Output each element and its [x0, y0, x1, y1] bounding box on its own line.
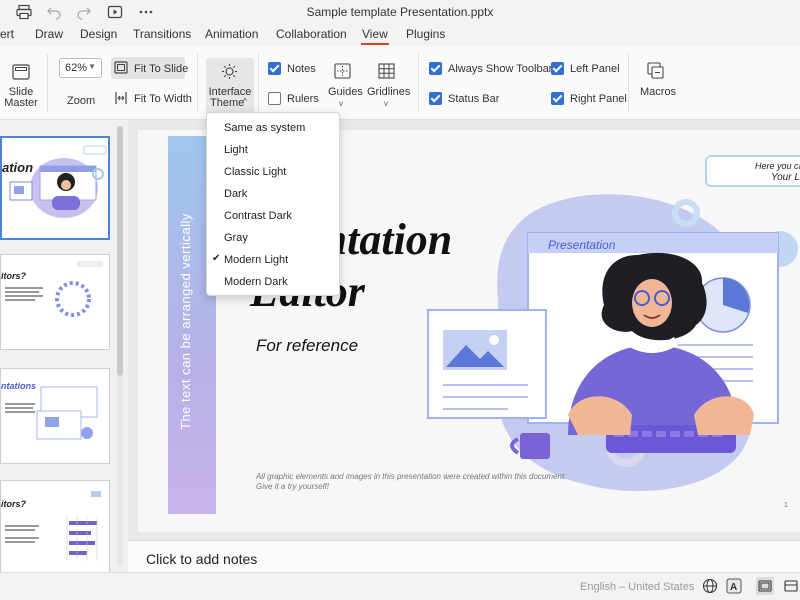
rulers-checkbox[interactable]	[268, 92, 281, 105]
sun-icon	[221, 63, 238, 85]
gridlines-icon	[378, 63, 395, 84]
guides-icon	[334, 63, 351, 84]
zoom-value: 62%	[65, 62, 88, 74]
theme-option-light[interactable]: Light	[207, 139, 339, 161]
title-bar: Sample template Presentation.pptx	[0, 0, 800, 24]
notes-placeholder: Click to add notes	[146, 551, 258, 567]
illustration-window-title: Presentation	[548, 238, 616, 252]
ribbon-divider	[47, 54, 48, 112]
guides-label: Guides	[328, 86, 363, 98]
slide-subtitle[interactable]: For reference	[256, 336, 358, 356]
fit-to-slide-label: Fit To Slide	[134, 63, 189, 75]
thumbnail-scrollbar-thumb[interactable]	[117, 126, 123, 376]
svg-text:A: A	[730, 582, 737, 593]
slide-master-label-2: Master	[4, 97, 38, 109]
theme-option-same-as-system[interactable]: Same as system	[207, 117, 339, 139]
footnote-line-2: Give it a try yourself!	[256, 482, 329, 491]
presentation-editor-illustration: Presentation	[427, 194, 798, 492]
slide-thumbnail-4[interactable]: itors?	[0, 480, 110, 576]
macros-label: Macros	[640, 86, 677, 98]
thumbnail-illustration	[5, 491, 101, 561]
left-panel-label: Left Panel	[570, 63, 620, 75]
footnote-line-1: All graphic elements and images in this …	[256, 472, 567, 481]
thumbnail-illustration	[5, 261, 103, 317]
normal-view-icon[interactable]	[756, 577, 774, 595]
vertical-text: The text can be arranged vertically	[178, 213, 193, 430]
interface-theme-label-2: Theme	[210, 97, 245, 109]
thumbnail-illustration	[5, 386, 98, 440]
slide-master-icon	[12, 64, 30, 85]
slide-thumbnail-3[interactable]: ntations	[0, 368, 110, 464]
notes-label: Notes	[287, 63, 316, 75]
right-panel-label: Right Panel	[570, 93, 627, 105]
theme-option-dark[interactable]: Dark	[207, 183, 339, 205]
slide-footnote[interactable]: All graphic elements and images in this …	[256, 472, 566, 492]
chevron-down-icon: v	[339, 99, 343, 108]
tab-insert[interactable]: ert	[0, 27, 14, 41]
callout-box[interactable]: Here you can Your Lo	[705, 155, 800, 187]
menu-bar: ert Draw Design Transitions Animation Co…	[0, 24, 800, 46]
slide-sorter-icon[interactable]	[783, 578, 799, 594]
slide-thumbnail-2[interactable]: itors?	[0, 254, 110, 350]
tab-animation[interactable]: Animation	[205, 27, 258, 41]
gridlines-label: Gridlines	[367, 86, 411, 98]
document-title: Sample template Presentation.pptx	[306, 5, 494, 19]
callout-line-1: Here you can	[755, 161, 800, 171]
ribbon-toolbar: Slide Master 62% ▼ Zoom Fit To Slide Fit…	[0, 46, 800, 120]
chevron-down-icon: v	[384, 99, 388, 108]
macros-icon	[647, 62, 664, 84]
status-bar: English – United States A	[0, 572, 800, 600]
fit-to-width-label: Fit To Width	[134, 93, 192, 105]
chevron-up-icon: ^	[243, 97, 247, 106]
globe-icon[interactable]	[702, 578, 718, 594]
ribbon-divider	[418, 54, 419, 112]
right-panel-checkbox[interactable]	[551, 92, 564, 105]
chevron-down-icon: ▼	[88, 62, 96, 71]
tab-plugins[interactable]: Plugins	[406, 27, 445, 41]
status-bar-checkbox[interactable]	[429, 92, 442, 105]
slide-thumbnail-panel: ation itors? ntations itors?	[0, 120, 128, 576]
theme-option-classic-light[interactable]: Classic Light	[207, 161, 339, 183]
tab-draw[interactable]: Draw	[35, 27, 63, 41]
language-selector[interactable]: English – United States	[580, 581, 694, 593]
slide-page-number: 1	[784, 502, 788, 509]
ribbon-divider	[628, 54, 629, 112]
callout-line-2: Your Lo	[771, 172, 800, 183]
notes-pane[interactable]: Click to add notes	[128, 540, 800, 572]
theme-option-modern-light[interactable]: Modern Light	[207, 249, 339, 271]
ribbon-divider	[258, 54, 259, 112]
interface-theme-menu: Same as system Light Classic Light Dark …	[206, 112, 340, 296]
left-panel-checkbox[interactable]	[551, 62, 564, 75]
tab-transitions[interactable]: Transitions	[133, 27, 191, 41]
notes-checkbox[interactable]	[268, 62, 281, 75]
tab-collaboration[interactable]: Collaboration	[276, 27, 347, 41]
always-show-toolbar-checkbox[interactable]	[429, 62, 442, 75]
slide-thumbnail-1[interactable]: ation	[0, 136, 110, 240]
tab-design[interactable]: Design	[80, 27, 117, 41]
rulers-label: Rulers	[287, 93, 319, 105]
thumbnail-illustration	[9, 145, 107, 218]
theme-option-contrast-dark[interactable]: Contrast Dark	[207, 205, 339, 227]
fit-to-width-icon	[114, 91, 128, 110]
theme-option-modern-light-row[interactable]: ✔ Modern Light	[207, 249, 339, 271]
theme-option-modern-dark[interactable]: Modern Dark	[207, 271, 339, 293]
tab-view[interactable]: View	[361, 27, 389, 45]
status-bar-label: Status Bar	[448, 93, 500, 105]
zoom-select[interactable]: 62% ▼	[59, 58, 102, 78]
theme-option-gray[interactable]: Gray	[207, 227, 339, 249]
ribbon-divider	[197, 54, 198, 112]
zoom-label: Zoom	[67, 95, 96, 107]
fit-to-slide-icon	[114, 61, 128, 79]
always-show-toolbar-label: Always Show Toolbar	[448, 63, 553, 75]
spellcheck-icon[interactable]: A	[726, 578, 742, 594]
